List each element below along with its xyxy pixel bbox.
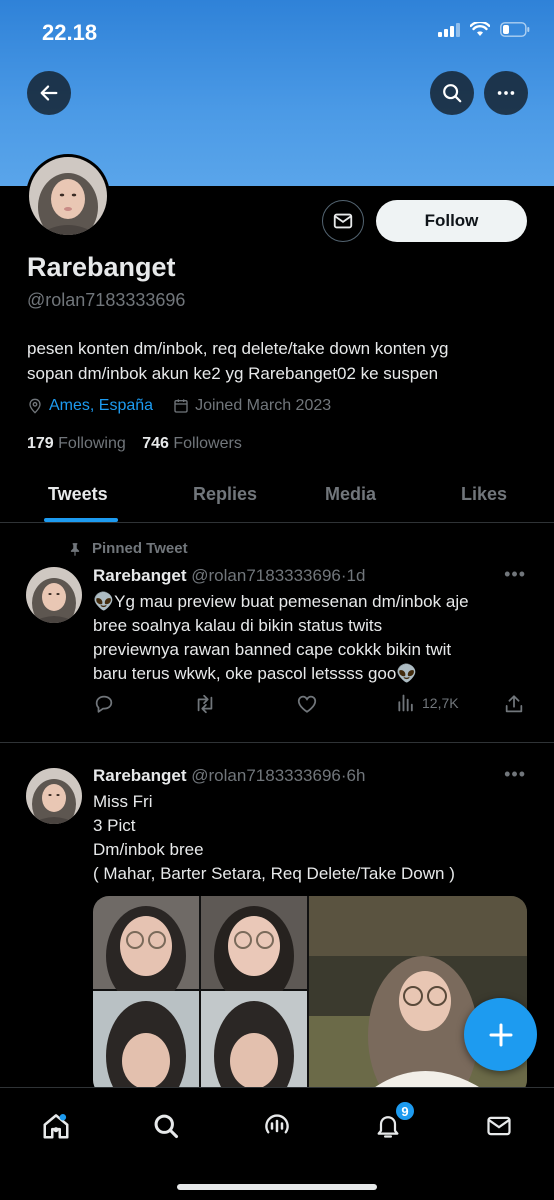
- notifications-badge: 9: [394, 1100, 416, 1122]
- profile-meta: Ames, España Joined March 2023: [27, 397, 331, 415]
- following-link[interactable]: 179 Following: [27, 435, 126, 452]
- profile-location[interactable]: Ames, España: [49, 397, 153, 415]
- search-icon: [154, 1114, 179, 1139]
- following-label: Following: [58, 435, 126, 452]
- views-count: 12,7K: [422, 695, 459, 711]
- bio-line: sopan dm/inbok akun ke2 yg Rarebanget02 …: [27, 364, 439, 383]
- compose-tweet-button[interactable]: [464, 998, 537, 1071]
- reply-button[interactable]: [93, 693, 115, 715]
- home-icon: [43, 1114, 69, 1139]
- retweet-icon: [197, 694, 213, 714]
- signal-icon: [438, 22, 460, 37]
- follow-button[interactable]: Follow: [376, 200, 527, 242]
- nav-spaces[interactable]: [257, 1106, 297, 1146]
- search-icon: [443, 84, 462, 103]
- envelope-icon: [487, 1116, 511, 1136]
- tweet-text-line: 3 Pict: [93, 816, 136, 835]
- tweet-text-line: previewnya rawan banned cape cokkk bikin…: [93, 640, 452, 659]
- back-button[interactable]: [27, 71, 71, 115]
- followers-count: 746: [142, 435, 169, 452]
- heart-icon: [297, 695, 317, 713]
- profile-name: Rarebanget: [27, 252, 176, 282]
- tweet-text-line: 👽Yg mau preview buat pemesenan dm/inbok …: [93, 592, 469, 611]
- tweet-pinned[interactable]: Pinned Tweet Rarebanget @rolan7183333696…: [0, 524, 554, 742]
- followers-link[interactable]: 746 Followers: [142, 435, 242, 452]
- home-indicator: [177, 1184, 377, 1190]
- analytics-icon: [398, 694, 413, 712]
- tab-likes[interactable]: Likes: [461, 484, 507, 505]
- envelope-icon: [333, 213, 353, 229]
- pinned-indicator: Pinned Tweet: [68, 540, 188, 557]
- tab-media[interactable]: Media: [325, 484, 376, 505]
- profile-handle: @rolan7183333696: [27, 290, 186, 310]
- followers-label: Followers: [173, 435, 242, 452]
- tab-tweets[interactable]: Tweets: [48, 484, 108, 505]
- bottom-navigation: 9: [0, 1087, 554, 1200]
- profile-stats: 179 Following 746 Followers: [27, 435, 242, 453]
- arrow-left-icon: [40, 85, 58, 101]
- tweet-more-icon[interactable]: •••: [504, 564, 526, 585]
- tweet-avatar[interactable]: [26, 768, 82, 824]
- tweet-author-handle: @rolan7183333696: [191, 566, 341, 585]
- plus-icon: [489, 1023, 512, 1046]
- tweet-media[interactable]: [93, 896, 527, 1096]
- calendar-icon: [174, 399, 188, 413]
- profile-bio: pesen konten dm/inbok, req delete/take d…: [27, 336, 527, 386]
- retweet-button[interactable]: [193, 693, 217, 715]
- media-photos: [93, 896, 527, 1096]
- profile-avatar[interactable]: [26, 154, 110, 238]
- tweet-avatar[interactable]: [26, 567, 82, 623]
- status-bar: 22.18: [0, 0, 554, 64]
- views-button[interactable]: 12,7K: [396, 693, 459, 713]
- tweet-author-name[interactable]: Rarebanget: [93, 566, 187, 585]
- avatar-photo: [26, 768, 82, 824]
- share-button[interactable]: [503, 693, 525, 715]
- tweet-text-line: baru terus wkwk, oke pascol letssss goo👽: [93, 664, 418, 683]
- tweet-text-line: Miss Fri: [93, 792, 153, 811]
- tweet-header: Rarebanget @rolan7183333696·6h: [93, 766, 365, 786]
- tweet-author-handle: @rolan7183333696: [191, 766, 341, 785]
- avatar-photo: [29, 157, 107, 235]
- tweet-more-icon[interactable]: •••: [504, 764, 526, 785]
- profile-joined: Joined March 2023: [195, 397, 332, 414]
- tweet-text: Miss Fri 3 Pict Dm/inbok bree ( Mahar, B…: [93, 790, 455, 886]
- tweet-text-line: Dm/inbok bree: [93, 840, 204, 859]
- nav-search[interactable]: [146, 1106, 186, 1146]
- nav-messages[interactable]: [479, 1106, 519, 1146]
- tweet-time: 6h: [346, 766, 366, 785]
- like-button[interactable]: [296, 693, 318, 715]
- tweet-text-line: ( Mahar, Barter Setara, Req Delete/Take …: [93, 864, 455, 883]
- wifi-icon: [470, 22, 490, 36]
- bio-line: pesen konten dm/inbok, req delete/take d…: [27, 339, 449, 358]
- message-button[interactable]: [322, 200, 364, 242]
- reply-icon: [95, 695, 113, 713]
- following-count: 179: [27, 435, 54, 452]
- tweet-time: 1d: [346, 566, 366, 585]
- status-time: 22.18: [42, 20, 98, 45]
- more-horizontal-icon: [497, 91, 515, 95]
- tweet-author-name[interactable]: Rarebanget: [93, 766, 187, 785]
- search-button[interactable]: [430, 71, 474, 115]
- share-icon: [505, 695, 523, 713]
- tweet-text-line: bree soalnya kalau di bikin status twits: [93, 616, 383, 635]
- nav-home[interactable]: [36, 1106, 76, 1146]
- status-icons: [438, 22, 530, 37]
- avatar-photo: [26, 567, 82, 623]
- tweet-header: Rarebanget @rolan7183333696·1d: [93, 566, 365, 586]
- profile-tabs: Tweets Replies Media Likes: [0, 470, 554, 523]
- tweet-text: 👽Yg mau preview buat pemesenan dm/inbok …: [93, 590, 469, 686]
- active-tab-indicator: [44, 518, 118, 522]
- microphone-spaces-icon: [265, 1114, 289, 1134]
- tab-replies[interactable]: Replies: [193, 484, 257, 505]
- pin-icon: [70, 542, 80, 556]
- more-options-button[interactable]: [484, 71, 528, 115]
- location-pin-icon: [29, 398, 41, 414]
- pinned-label: Pinned Tweet: [92, 540, 188, 557]
- battery-icon: [500, 22, 530, 37]
- tweet-actions: 12,7K: [93, 693, 533, 719]
